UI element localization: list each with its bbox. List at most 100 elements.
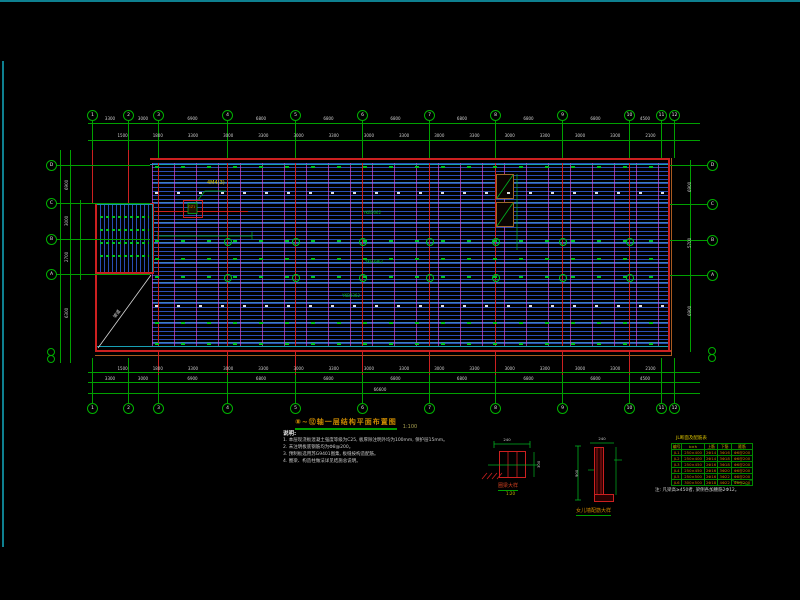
dim-label: 3300 [540,366,550,371]
slab-hatch-field [152,163,668,346]
dim-chain-line [88,123,700,124]
note-item: 3. 预制板选用苏G9401图集, 板缝按构造配筋。 [283,451,468,458]
dim-label: 2700 [64,252,69,262]
axis-bubble-minor [708,354,716,362]
dim-label: 3000 [434,366,444,371]
dim-label: 6900 [687,182,692,192]
dim-label: 3300 [258,366,268,371]
dim-label: 3300 [469,366,479,371]
dim-chain-line [88,382,700,383]
axis-bubble-top: 10 [624,110,635,121]
axis-grid-line-red [362,163,363,346]
beam-mark-row [155,192,665,194]
stair-beam-red [155,211,248,212]
dim-label: 3300 [399,133,409,138]
axis-bubble-bottom: 8 [490,403,501,414]
plan-right-edge-red [668,158,670,351]
schedule-cell: 300×500 [682,480,705,486]
dim-label: 4500 [640,116,650,121]
dim-label: 3000 [505,366,515,371]
axis-bubble-top: 2 [123,110,134,121]
schedule-cell: 3Φ18 [718,456,732,462]
axis-bubble-bottom: 5 [290,403,301,414]
dim-label: 1800 [153,366,163,371]
axis-bubble-bottom: 2 [123,403,134,414]
detail1-dim-side: 300 [536,461,541,468]
schedule-cell: 3Φ18 [718,462,732,468]
dim-label: 3000 [293,133,303,138]
schedule-cell: 250×450 [682,462,705,468]
beam-ring-mark [426,274,434,282]
stair-bottom-red [95,272,153,273]
dim-label: 3300 [329,366,339,371]
axis-grid-line [629,120,630,158]
dim-label: 6900 [187,376,197,381]
dim-label: 3000 [293,366,303,371]
schedule-cell: 2Φ16 [704,474,718,480]
axis-bubble-bottom: 3 [153,403,164,414]
dim-label: 3300 [610,133,620,138]
beam-ring-mark [626,274,634,282]
dim-label: 6800 [323,376,333,381]
axis-grid-line [674,120,675,158]
beam-ring-mark [626,238,634,246]
rebar-band [100,216,149,218]
schedule-cell: Φ8@200 [731,474,752,480]
axis-bubble-bottom: 9 [557,403,568,414]
rebar-band [100,229,149,231]
axis-grid-line-red [158,163,159,346]
dim-label: 3300 [540,133,550,138]
frame-left-border [2,61,4,547]
axis-grid-line-red [562,163,563,346]
dim-label: 6800 [457,376,467,381]
beam-ring-mark [559,238,567,246]
dim-label: 3000 [575,366,585,371]
axis-bubble-top: 6 [357,110,368,121]
axis-grid-line [158,120,159,158]
dim-label: 3000 [223,133,233,138]
schedule-cell: 2Φ16 [704,462,718,468]
notes-block: 说明: 1. 本层现浇板混凝土强度等级为C25, 板厚除注明外均为100mm, … [283,429,468,465]
dim-chain-line [80,200,81,280]
schedule-cell: 3Φ16 [718,450,732,456]
dim-label: 1800 [153,133,163,138]
axis-bubble-bottom: 12 [669,403,680,414]
axis-grid-line [670,204,707,205]
axis-bubble-top: 11 [656,110,667,121]
cad-drawing-sheet: 4M4(3) 坡道 GZ1 YKB3662 YKB3962 YKB3362 ⑧~… [0,0,800,600]
detail1-scale: 1:20 [506,491,515,496]
column-label: GZ1 [188,205,195,209]
plan-bottom-edge-cyan [95,346,670,347]
axis-grid-line [670,165,707,166]
beam-ring-mark [492,238,500,246]
axis-grid-line-red [227,163,228,346]
plan-right-edge-orange [671,158,672,356]
dim-label: 3300 [105,116,115,121]
detail2-dim-side: 900 [574,470,579,477]
axis-bubble-left: D [46,160,57,171]
dim-label: 3000 [434,133,444,138]
schedule-cell: 250×400 [682,456,705,462]
axis-grid-line-red [495,163,496,346]
beam-ring-mark [559,274,567,282]
axis-grid-line-red [128,150,129,203]
axis-bubble-top: 12 [669,110,680,121]
dim-label: 3300 [610,366,620,371]
beam-ring-mark [426,238,434,246]
schedule-cell: 3Φ22 [718,474,732,480]
axis-grid-line [495,120,496,158]
schedule-cell: 250×500 [682,474,705,480]
axis-bubble-bottom: 4 [222,403,233,414]
detail1-dim-top: 240 [503,437,510,442]
schedule-cell: 编号 [672,444,682,450]
axis-grid-line [670,275,707,276]
dim-label: 6800 [256,376,266,381]
axis-bubble-left: B [46,234,57,245]
dim-label: 6800 [256,116,266,121]
dim-chain-line [60,150,61,363]
beam-ring-mark [359,238,367,246]
schedule-cell: Φ6@200 [731,468,752,474]
axis-bubble-top: 7 [424,110,435,121]
dim-label: 3000 [364,133,374,138]
dim-label: 3000 [364,366,374,371]
